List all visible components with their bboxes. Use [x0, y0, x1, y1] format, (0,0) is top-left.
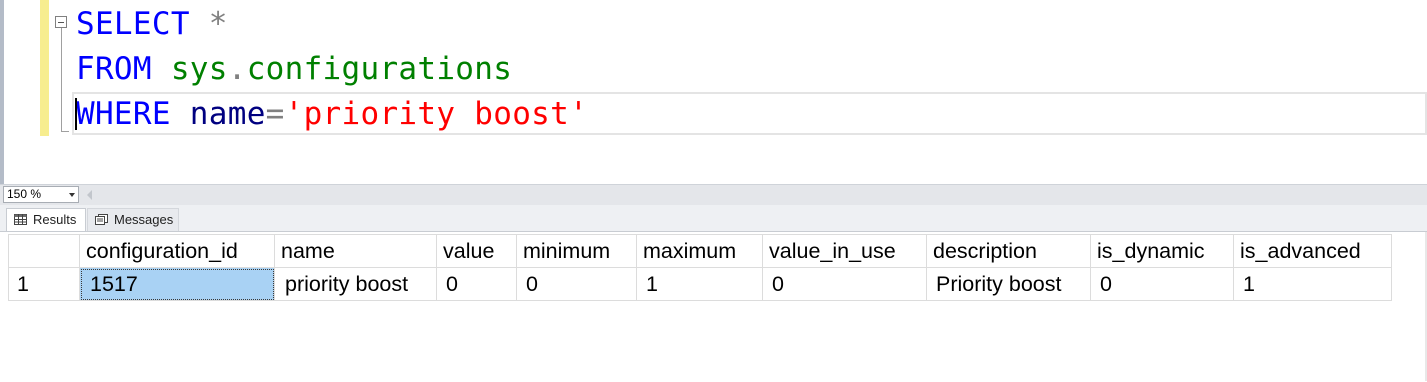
code-token: FROM	[76, 51, 152, 87]
column-header[interactable]: is_advanced	[1233, 234, 1392, 268]
row-number[interactable]: 1	[8, 267, 80, 301]
row-number-header[interactable]	[8, 234, 80, 268]
code-token: configurations	[246, 51, 513, 87]
code-line-2[interactable]: FROM sys.configurations	[76, 47, 512, 91]
results-tab-bar: Results Messages	[0, 205, 1427, 231]
code-line-3[interactable]: WHERE name='priority boost'	[76, 92, 588, 136]
text-caret	[75, 98, 77, 130]
table-cell[interactable]: 0	[1090, 267, 1234, 301]
zoom-bar: 150 %	[0, 184, 1427, 205]
table-row[interactable]: 1 1517 priority boost 0 0 1 0 Priority b…	[8, 267, 1392, 301]
code-token: *	[208, 6, 228, 42]
column-header[interactable]: value	[436, 234, 517, 268]
code-token: .	[227, 51, 247, 87]
code-token: sys	[170, 51, 228, 87]
column-header[interactable]: name	[274, 234, 437, 268]
code-token: 'priority boost'	[284, 96, 589, 132]
scroll-left-icon[interactable]	[87, 190, 92, 200]
outline-end	[61, 131, 69, 132]
table-cell[interactable]: 1	[1233, 267, 1392, 301]
table-cell[interactable]: 0	[436, 267, 517, 301]
line-gutter	[4, 0, 40, 184]
chevron-down-icon	[69, 193, 75, 197]
outline-line	[61, 28, 62, 132]
results-grid: configuration_id name value minimum maxi…	[8, 234, 1392, 301]
column-header[interactable]: configuration_id	[79, 234, 275, 268]
table-cell[interactable]: Priority boost	[926, 267, 1091, 301]
zoom-value: 150 %	[7, 187, 42, 201]
table-cell[interactable]: 1	[636, 267, 763, 301]
table-cell-selected[interactable]: 1517	[79, 267, 275, 301]
query-editor[interactable]: SELECT * FROM sys.configurations WHERE n…	[0, 0, 1427, 184]
code-token: name	[189, 96, 266, 132]
column-header[interactable]: is_dynamic	[1090, 234, 1234, 268]
collapse-icon[interactable]	[55, 16, 67, 28]
table-cell[interactable]: 0	[516, 267, 637, 301]
change-tracking-bar	[40, 0, 49, 136]
column-header[interactable]: minimum	[516, 234, 637, 268]
code-line-1[interactable]: SELECT *	[76, 2, 228, 46]
table-cell[interactable]: priority boost	[274, 267, 437, 301]
tab-messages-label: Messages	[114, 212, 174, 227]
column-header[interactable]: value_in_use	[762, 234, 927, 268]
results-grid-area: configuration_id name value minimum maxi…	[0, 231, 1427, 382]
grid-header-row: configuration_id name value minimum maxi…	[8, 234, 1392, 268]
code-token: SELECT	[76, 6, 190, 42]
column-header[interactable]: description	[926, 234, 1091, 268]
tab-messages[interactable]: Messages	[87, 208, 179, 231]
code-token: =	[265, 96, 285, 132]
messages-icon	[95, 214, 108, 225]
tab-results-label: Results	[33, 212, 77, 227]
zoom-dropdown[interactable]: 150 %	[3, 186, 79, 203]
column-header[interactable]: maximum	[636, 234, 763, 268]
tab-results[interactable]: Results	[6, 208, 86, 231]
grid-icon	[14, 214, 27, 225]
table-cell[interactable]: 0	[762, 267, 927, 301]
code-token: WHERE	[76, 96, 171, 132]
